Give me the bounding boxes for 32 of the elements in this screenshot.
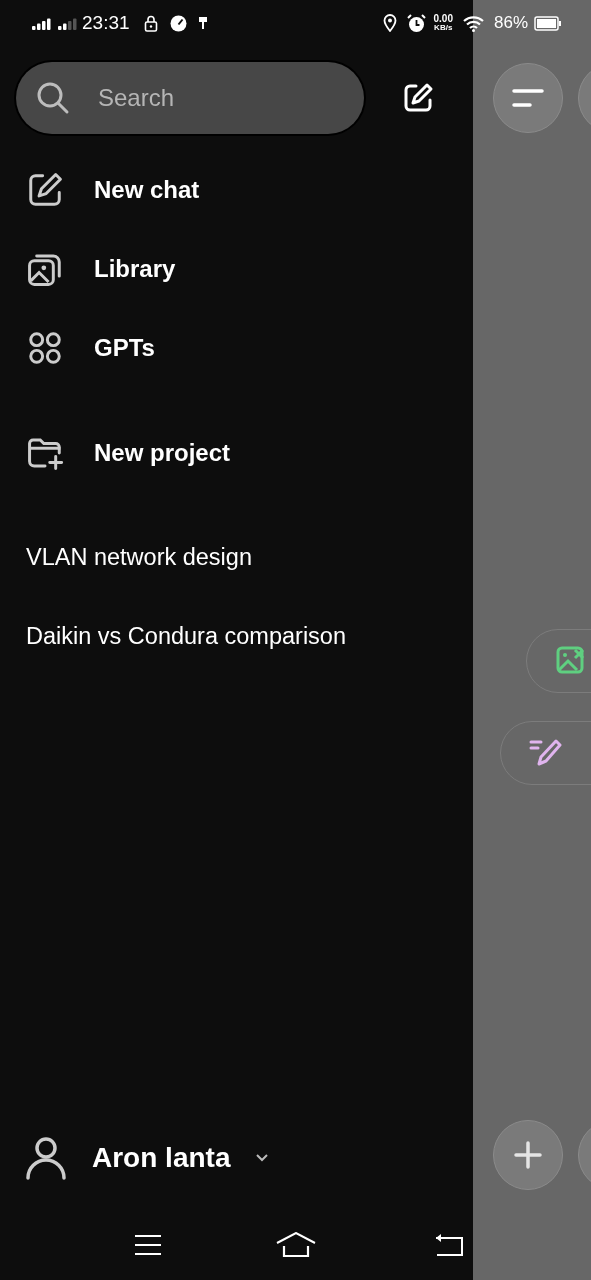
home-icon[interactable] [276, 1232, 316, 1258]
usb-icon [198, 17, 207, 29]
profile-button[interactable]: Aron lanta [0, 1118, 275, 1198]
wifi-icon [462, 14, 485, 32]
user-icon [26, 1136, 66, 1180]
search-input[interactable]: Search [96, 79, 316, 117]
compose-icon [26, 170, 64, 209]
menu-item[interactable]: New project [0, 413, 237, 492]
menu-item[interactable]: Library [0, 229, 182, 308]
network-speed: 0.00 [433, 14, 453, 24]
back-icon[interactable] [434, 1233, 464, 1257]
menu-item[interactable]: New chat [0, 150, 206, 229]
signal-icon [32, 16, 52, 30]
plus-icon [514, 1141, 542, 1169]
search-field[interactable]: Search [16, 62, 364, 134]
battery-percent: 86% [493, 12, 528, 35]
network-unit: KB/s [434, 24, 453, 32]
gauge-icon [169, 14, 187, 32]
location-icon [382, 14, 397, 32]
battery-icon [534, 15, 561, 31]
chat-item[interactable]: Daikin vs Condura comparison [0, 597, 346, 676]
chat-item[interactable]: VLAN network design [0, 518, 252, 597]
compose-icon[interactable] [402, 82, 434, 114]
chevron-down-icon [256, 1154, 269, 1162]
lock-icon [143, 14, 158, 32]
menu-item[interactable]: GPTs [0, 308, 161, 387]
menu-icon[interactable] [134, 1234, 162, 1256]
alarm-icon [406, 13, 426, 33]
search-icon [36, 81, 70, 115]
signal-icon [58, 16, 78, 30]
menu-icon [512, 87, 544, 109]
status-time: 23:31 [82, 10, 130, 35]
